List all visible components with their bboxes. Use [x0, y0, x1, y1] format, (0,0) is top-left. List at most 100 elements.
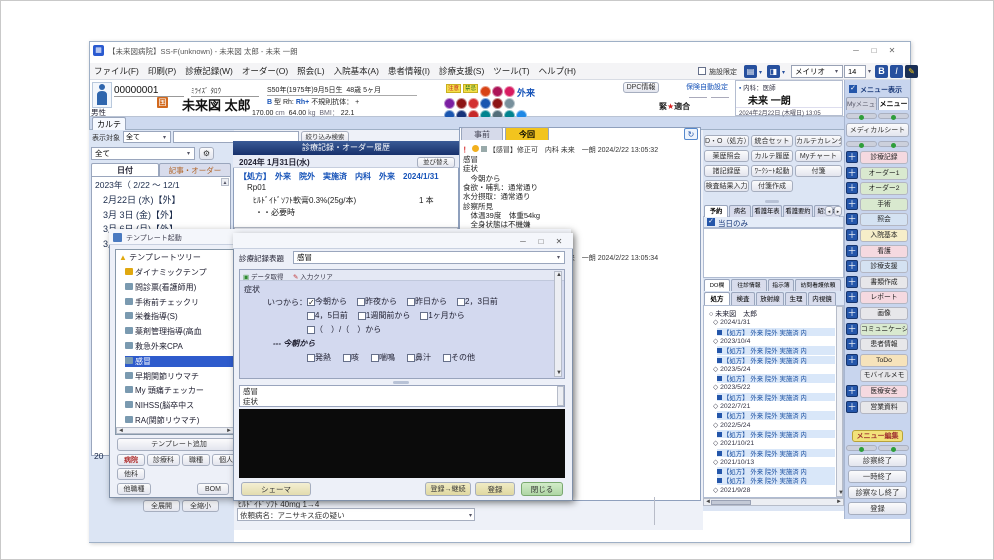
do-order-tab[interactable]: 処方 — [704, 292, 730, 305]
register-button[interactable]: 登録 — [848, 502, 907, 515]
role-filter-button[interactable]: 職種 — [182, 454, 210, 466]
today-only-checkbox[interactable]: ✓ — [707, 218, 715, 226]
pause-button[interactable]: 一時終了 — [848, 470, 907, 483]
template-hscrollbar[interactable]: ◄ ► — [116, 427, 234, 434]
menubar-item[interactable]: 診療支援(S) — [439, 65, 484, 78]
sidebar-menu-item[interactable]: 患者情報 — [860, 338, 908, 351]
do-entry-row[interactable]: 【処方】 外来 院外 実施済 内 — [717, 346, 835, 355]
pager[interactable] — [878, 141, 909, 147]
checkbox-option[interactable]: 喘鳴 — [371, 352, 395, 363]
sidebar-menu-item[interactable]: レポート — [860, 291, 908, 304]
do-order-tab[interactable]: 検査 — [731, 292, 755, 305]
sidebar-menu-item[interactable]: 照会 — [860, 213, 908, 226]
do-entry-row[interactable]: 【処方】 外来 院外 実施済 内 — [717, 374, 835, 383]
do-date-row[interactable]: ◇ 2023/5/22 — [713, 383, 833, 391]
record-entry-header[interactable]: 【処方】 外来 院外 実施済 内科 外来 2024/1/31 — [239, 171, 457, 182]
sidebar-menu-item[interactable]: モバイルメモ — [860, 369, 908, 382]
plus-icon[interactable]: ＋ — [846, 245, 858, 257]
checkbox-option[interactable]: その他 — [443, 352, 475, 363]
plus-icon[interactable]: ＋ — [846, 182, 858, 194]
italic-button[interactable]: I — [890, 65, 903, 78]
do-entry-row[interactable]: 【処方】 外来 院外 実施済 内 — [717, 467, 835, 476]
plus-icon[interactable]: ＋ — [846, 260, 858, 272]
do-hscrollbar[interactable]: ◄ ► — [703, 498, 844, 506]
note-stamp-icon[interactable]: ◨ — [767, 65, 780, 78]
checkbox[interactable] — [358, 312, 366, 320]
menubar-item[interactable]: ツール(T) — [493, 65, 529, 78]
menu-display-checkbox[interactable]: ✓ — [849, 85, 857, 93]
do-entry-row[interactable]: 【処方】 外来 院外 実施済 内 — [717, 430, 835, 439]
template-tree-item[interactable]: RA(関節リウマチ) — [125, 415, 237, 426]
tab-karte[interactable]: カルテ — [92, 117, 126, 130]
gear-icon[interactable]: ⚙ — [199, 147, 214, 160]
sidebar-menu-item[interactable]: ToDo — [860, 354, 908, 367]
template-tree-item[interactable]: 薬剤管理指導(高血 — [125, 326, 237, 337]
tab-date[interactable]: 日付 — [91, 163, 159, 176]
maximize-icon[interactable]: □ — [867, 46, 881, 55]
bold-button[interactable]: B — [875, 65, 888, 78]
quick-button[interactable]: Myチャート — [795, 150, 842, 162]
tab-before[interactable]: 事前 — [461, 127, 503, 140]
do-entry-row[interactable]: 【処方】 外来 院外 実施済 内 — [717, 476, 835, 485]
sort-button[interactable]: 並び替え — [417, 157, 455, 168]
checkbox-option[interactable]: 昨日から — [407, 296, 447, 307]
facility-limit-checkbox[interactable] — [698, 67, 706, 75]
checkbox[interactable] — [343, 354, 351, 362]
do-date-row[interactable]: ◇ 2022/5/24 — [713, 421, 833, 429]
sidebar-menu-item[interactable]: 手術 — [860, 198, 908, 211]
pager[interactable] — [878, 445, 909, 451]
auto-insurance-link[interactable]: 保険自動設定 — [686, 82, 728, 92]
other-dept-button[interactable]: 他科 — [117, 468, 145, 480]
clear-input-button[interactable]: ✎ 入力クリア — [293, 271, 333, 281]
do-entry-row[interactable]: 【処方】 外来 院外 実施済 内 — [717, 393, 835, 402]
other-role-button[interactable]: 他職種 — [117, 483, 151, 495]
close-icon[interactable]: ✕ — [885, 46, 899, 55]
medical-sheet-button[interactable]: メディカルシート — [846, 123, 909, 137]
sidebar-menu-item[interactable]: 医療安全 — [860, 385, 908, 398]
template-tree-item[interactable]: 救急外来CPA — [125, 341, 237, 352]
quick-button[interactable]: 付箋作成 — [751, 180, 793, 192]
menu-edit-button[interactable]: メニュー編集 — [852, 430, 903, 442]
close-icon[interactable]: ✕ — [553, 237, 565, 246]
template-add-button[interactable]: テンプレート追加 — [117, 438, 241, 451]
hospital-filter-button[interactable]: 病院 — [117, 454, 145, 466]
fetch-data-button[interactable]: ▣ データ取得 — [243, 271, 283, 281]
checkbox-option[interactable]: 咳 — [343, 352, 359, 363]
scroll-right-icon[interactable]: ► — [226, 428, 232, 434]
checkbox[interactable] — [371, 354, 379, 362]
menubar-item[interactable]: 入院基本(A) — [334, 65, 379, 78]
expand-all-button[interactable]: 全展開 — [143, 500, 180, 512]
checkbox[interactable] — [443, 354, 451, 362]
plus-icon[interactable]: ＋ — [846, 151, 858, 163]
pen-icon[interactable]: ✎ — [905, 65, 918, 78]
plus-icon[interactable]: ＋ — [846, 291, 858, 303]
do-tab[interactable]: 指示簿 — [768, 279, 794, 291]
plus-icon[interactable]: ＋ — [846, 401, 858, 413]
mid-tab[interactable]: 病名 — [729, 205, 751, 217]
template-tree-item[interactable]: 手術前チェックリ — [125, 297, 237, 308]
do-order-tab[interactable]: 内視鏡 — [808, 292, 836, 305]
mid-tab[interactable]: 看護年表 — [752, 205, 782, 217]
end-without-exam-button[interactable]: 診察なし終了 — [848, 486, 907, 499]
sidebar-menu-item[interactable]: 入院基本 — [860, 229, 908, 242]
maximize-icon[interactable]: □ — [535, 237, 547, 246]
scroll-right-icon[interactable]: ► — [836, 499, 842, 505]
do-date-row[interactable]: ◇ 2021/9/28 — [713, 486, 833, 494]
do-entry-row[interactable]: 【処方】 外来 院外 実施済 内 — [717, 356, 835, 365]
checkbox[interactable] — [307, 326, 315, 334]
minimize-icon[interactable]: ─ — [517, 237, 529, 246]
do-entry-row[interactable]: 【処方】 外来 院外 実施済 内 — [717, 449, 835, 458]
sidebar-menu-item[interactable]: 診療記録 — [860, 151, 908, 164]
plus-icon[interactable]: ＋ — [846, 198, 858, 210]
end-exam-button[interactable]: 診察終了 — [848, 454, 907, 467]
department-filter-button[interactable]: 診療科 — [147, 454, 180, 466]
close-dialog-button[interactable]: 閉じる — [521, 482, 563, 496]
checkbox-option[interactable]: ✓今朝から — [307, 296, 347, 307]
sidebar-menu-item[interactable]: 看護 — [860, 245, 908, 258]
scroll-thumb[interactable] — [711, 500, 751, 505]
plus-icon[interactable]: ＋ — [846, 276, 858, 288]
quick-button[interactable]: 付箋 — [795, 165, 842, 177]
do-entry-row[interactable]: 【処方】 外来 院外 実施済 内 — [717, 328, 835, 337]
menubar-item[interactable]: ヘルプ(H) — [539, 65, 576, 78]
checkbox[interactable] — [407, 298, 415, 306]
